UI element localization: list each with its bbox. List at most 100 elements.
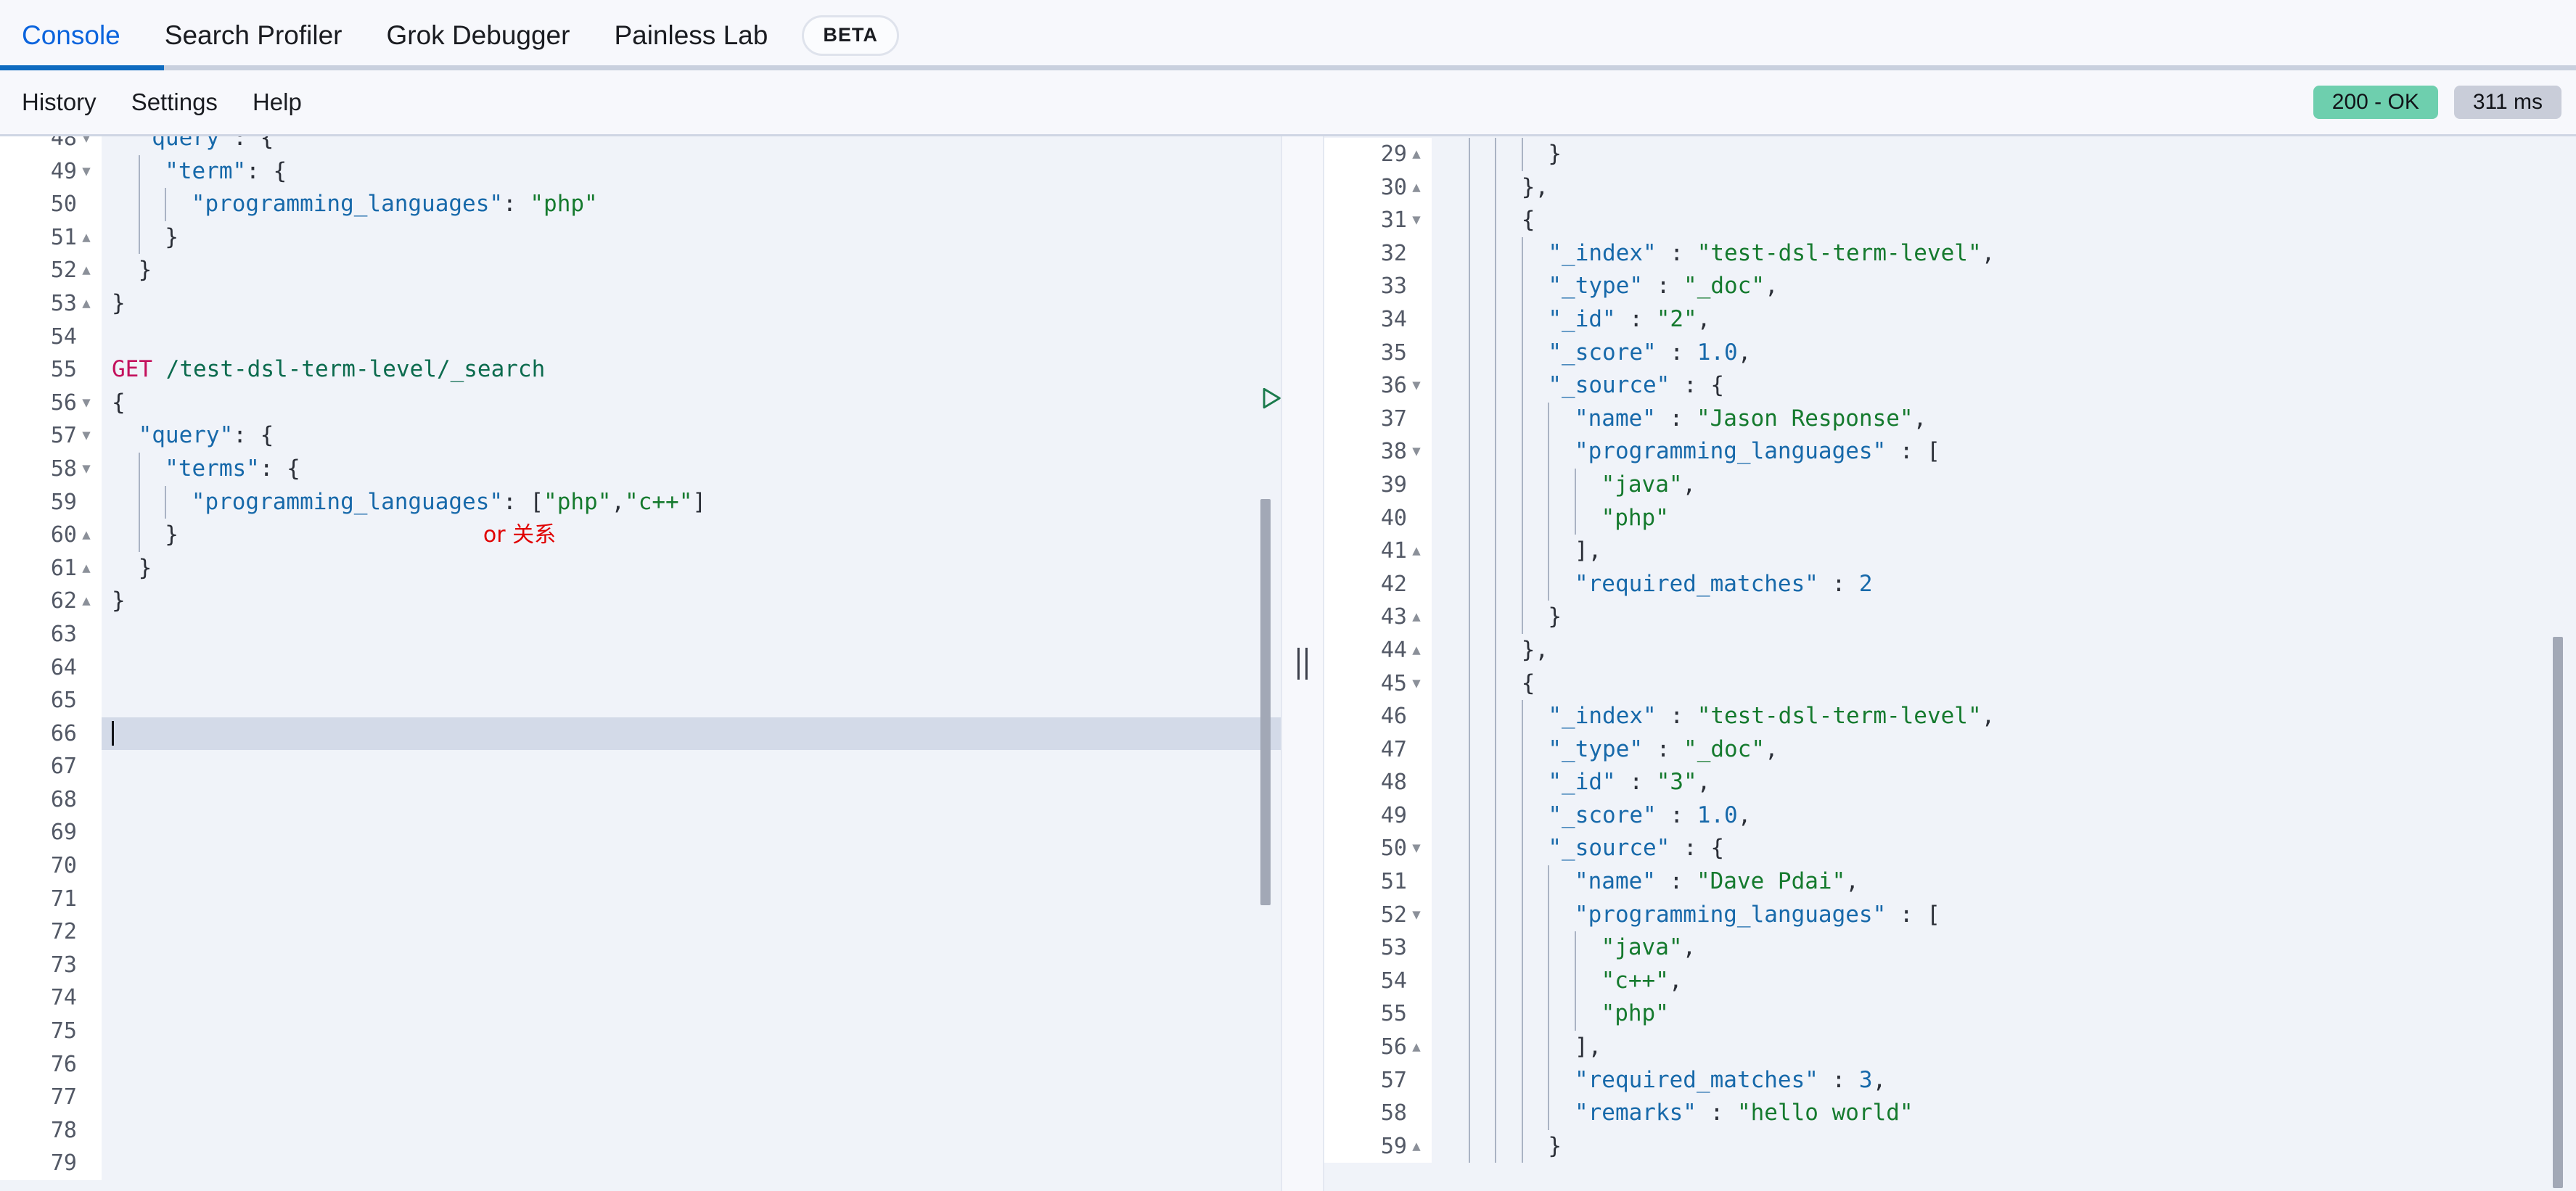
- code-line-content[interactable]: "query": {: [102, 136, 1281, 155]
- code-line-content[interactable]: [102, 1081, 1281, 1114]
- code-line[interactable]: 60}or 关系: [0, 519, 1281, 552]
- code-line[interactable]: 38"programming_languages" : [: [1324, 435, 2576, 469]
- code-line-content[interactable]: "php": [1432, 502, 2576, 535]
- code-line[interactable]: 29}: [1324, 138, 2576, 171]
- code-line-content[interactable]: "_score" : 1.0,: [1432, 799, 2576, 833]
- pane-splitter[interactable]: [1281, 136, 1324, 1191]
- code-line-content[interactable]: "programming_languages": "php": [102, 188, 1281, 221]
- code-line[interactable]: 57"query": {: [0, 419, 1281, 453]
- code-line-content[interactable]: [102, 1015, 1281, 1048]
- fold-down-icon[interactable]: [1407, 204, 1426, 237]
- code-line-content[interactable]: "_index" : "test-dsl-term-level",: [1432, 700, 2576, 733]
- fold-up-icon[interactable]: [77, 254, 96, 287]
- code-line-content[interactable]: [102, 618, 1281, 651]
- code-line-content[interactable]: "required_matches" : 3,: [1432, 1064, 2576, 1097]
- code-line-content[interactable]: [102, 1114, 1281, 1147]
- fold-up-icon[interactable]: [77, 519, 96, 552]
- code-line[interactable]: 73: [0, 949, 1281, 982]
- code-line[interactable]: 34"_id" : "2",: [1324, 303, 2576, 337]
- response-scrollbar[interactable]: [2553, 637, 2563, 1188]
- fold-down-icon[interactable]: [77, 419, 96, 453]
- code-line[interactable]: 78: [0, 1114, 1281, 1147]
- code-line-content[interactable]: }: [1432, 1130, 2576, 1163]
- code-line-content[interactable]: [102, 949, 1281, 982]
- code-line[interactable]: 44},: [1324, 634, 2576, 667]
- code-line[interactable]: 66: [0, 717, 1281, 751]
- fold-up-icon[interactable]: [1407, 1130, 1426, 1163]
- code-line-content[interactable]: "_index" : "test-dsl-term-level",: [1432, 237, 2576, 271]
- code-line-content[interactable]: "java",: [1432, 931, 2576, 965]
- toolbar-item-history[interactable]: History: [22, 88, 97, 116]
- code-line-content[interactable]: "_type" : "_doc",: [1432, 270, 2576, 303]
- code-line[interactable]: 30},: [1324, 171, 2576, 205]
- code-line-content[interactable]: "remarks" : "hello world": [1432, 1097, 2576, 1130]
- toolbar-item-help[interactable]: Help: [253, 88, 302, 116]
- fold-up-icon[interactable]: [77, 585, 96, 618]
- code-line[interactable]: 55"php": [1324, 997, 2576, 1031]
- code-line[interactable]: 58"remarks" : "hello world": [1324, 1097, 2576, 1130]
- code-line[interactable]: 67: [0, 750, 1281, 783]
- fold-up-icon[interactable]: [1407, 171, 1426, 205]
- fold-down-icon[interactable]: [1407, 667, 1426, 701]
- code-line-content[interactable]: [102, 915, 1281, 949]
- tab-console[interactable]: Console: [22, 0, 144, 70]
- code-line-content[interactable]: [102, 684, 1281, 717]
- code-line[interactable]: 35"_score" : 1.0,: [1324, 337, 2576, 370]
- code-line-content[interactable]: "name" : "Jason Response",: [1432, 403, 2576, 436]
- code-line-content[interactable]: "_id" : "2",: [1432, 303, 2576, 337]
- code-line[interactable]: 45{: [1324, 667, 2576, 701]
- code-line-content[interactable]: },: [1432, 634, 2576, 667]
- code-line[interactable]: 59}: [1324, 1130, 2576, 1163]
- code-line-content[interactable]: [102, 321, 1281, 354]
- code-line[interactable]: 54: [0, 321, 1281, 354]
- code-line-content[interactable]: }: [1432, 601, 2576, 634]
- code-line[interactable]: 77: [0, 1081, 1281, 1114]
- code-line-content[interactable]: "required_matches" : 2: [1432, 568, 2576, 601]
- code-line[interactable]: 79: [0, 1147, 1281, 1180]
- code-line-content[interactable]: }: [102, 585, 1281, 618]
- code-line-content[interactable]: {: [1432, 667, 2576, 701]
- code-line[interactable]: 41],: [1324, 535, 2576, 568]
- fold-down-icon[interactable]: [77, 453, 96, 486]
- code-line[interactable]: 50"_source" : {: [1324, 832, 2576, 865]
- request-editor-code[interactable]: 48"query": {49"term": {50"programming_la…: [0, 136, 1281, 1180]
- code-line-content[interactable]: }: [102, 552, 1281, 585]
- code-line-content[interactable]: "_score" : 1.0,: [1432, 337, 2576, 370]
- code-line[interactable]: 76: [0, 1048, 1281, 1081]
- code-line[interactable]: 59"programming_languages": ["php","c++"]: [0, 486, 1281, 519]
- code-line[interactable]: 70: [0, 849, 1281, 883]
- code-line[interactable]: 58"terms": {: [0, 453, 1281, 486]
- code-line[interactable]: 43}: [1324, 601, 2576, 634]
- code-line[interactable]: 56],: [1324, 1031, 2576, 1064]
- code-line-content[interactable]: [102, 883, 1281, 916]
- code-line-content[interactable]: "programming_languages" : [: [1432, 899, 2576, 932]
- code-line-content[interactable]: {: [1432, 204, 2576, 237]
- code-line[interactable]: 40"php": [1324, 502, 2576, 535]
- code-line[interactable]: 48"query": {: [0, 136, 1281, 155]
- code-line[interactable]: 51"name" : "Dave Pdai",: [1324, 865, 2576, 899]
- code-line[interactable]: 68: [0, 783, 1281, 817]
- code-line[interactable]: 71: [0, 883, 1281, 916]
- code-line[interactable]: 32"_index" : "test-dsl-term-level",: [1324, 237, 2576, 271]
- code-line-content[interactable]: ],: [1432, 1031, 2576, 1064]
- fold-down-icon[interactable]: [1407, 899, 1426, 932]
- code-line-content[interactable]: "terms": {: [102, 453, 1281, 486]
- fold-up-icon[interactable]: [77, 552, 96, 585]
- code-line-content[interactable]: [102, 1147, 1281, 1180]
- code-line[interactable]: 64: [0, 651, 1281, 685]
- code-line-content[interactable]: "_source" : {: [1432, 832, 2576, 865]
- code-line[interactable]: 56{: [0, 387, 1281, 420]
- code-line[interactable]: 72: [0, 915, 1281, 949]
- code-line[interactable]: 52"programming_languages" : [: [1324, 899, 2576, 932]
- code-line-content[interactable]: }: [1432, 138, 2576, 171]
- code-line[interactable]: 57"required_matches" : 3,: [1324, 1064, 2576, 1097]
- code-line-content[interactable]: [102, 783, 1281, 817]
- code-line-content[interactable]: "java",: [1432, 469, 2576, 502]
- request-editor-scrollbar[interactable]: [1260, 499, 1271, 905]
- code-line[interactable]: 53}: [0, 287, 1281, 321]
- code-line[interactable]: 42"required_matches" : 2: [1324, 568, 2576, 601]
- code-line-content[interactable]: [102, 750, 1281, 783]
- code-line-content[interactable]: "_id" : "3",: [1432, 766, 2576, 799]
- code-line-content[interactable]: }: [102, 254, 1281, 287]
- code-line-content[interactable]: "c++",: [1432, 965, 2576, 998]
